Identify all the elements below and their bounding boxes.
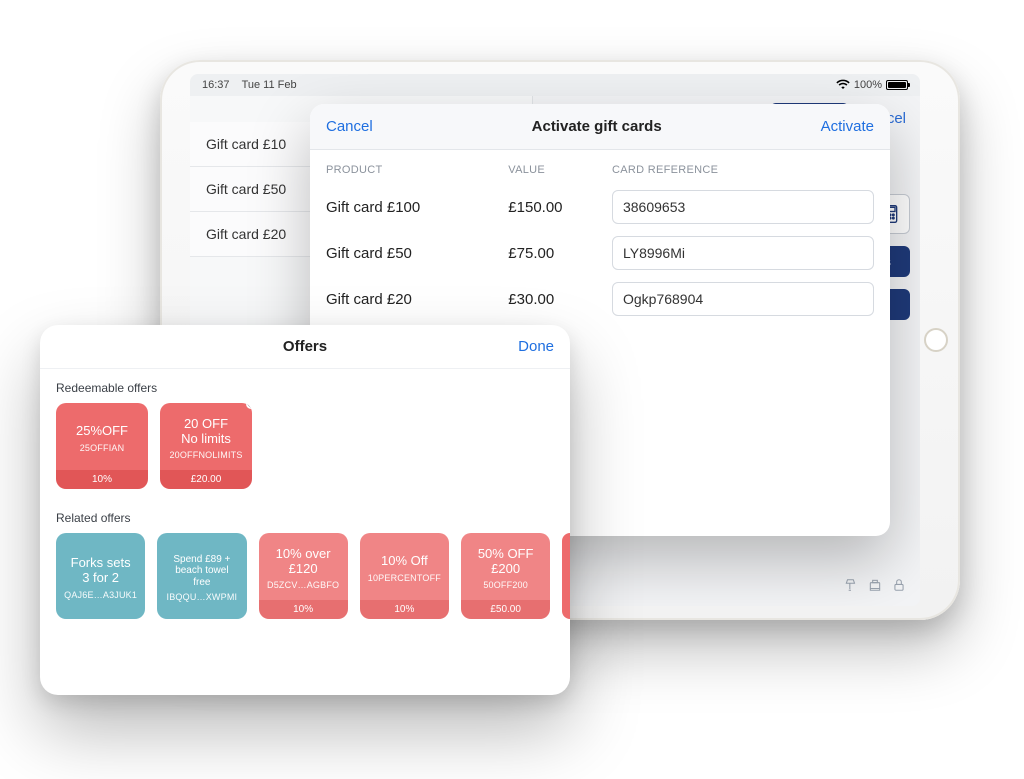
offer-code: 25OFFIAN (62, 443, 142, 453)
scanner-icon[interactable] (844, 578, 858, 595)
related-row[interactable]: Forks sets 3 for 2 QAJ6E…A3JUK1 Spend £8… (40, 533, 570, 619)
status-left: 16:37 Tue 11 Feb (202, 79, 297, 91)
battery-percent: 100% (854, 79, 882, 91)
card-reference-input[interactable] (612, 190, 874, 224)
table-row: Gift card £20 £30.00 (326, 276, 874, 322)
offer-tile[interactable]: Spend £89 + beach towel free IBQQU…XWPMI (157, 533, 246, 619)
offer-tile[interactable]: 10% over £120 D5ZCV…AGBFO 10% (259, 533, 348, 619)
giftcards-table: PRODUCT VALUE CARD REFERENCE Gift card £… (310, 150, 890, 322)
offer-footer: £50.00 (461, 600, 550, 619)
modal-activate-button[interactable]: Activate (821, 118, 874, 135)
offers-done-button[interactable]: Done (518, 338, 554, 355)
footer-icon-group (844, 578, 906, 595)
col-product: PRODUCT (326, 164, 496, 176)
redeemable-row: 25%OFF 25OFFIAN 10% 20 OFF No limits 20O… (40, 403, 570, 489)
table-row: Gift card £50 £75.00 (326, 230, 874, 276)
ipad-home-button[interactable] (924, 328, 948, 352)
table-header: PRODUCT VALUE CARD REFERENCE (326, 154, 874, 184)
offer-tile[interactable]: 25%OFF 25OFFIAN 10% (56, 403, 148, 489)
cell-product: Gift card £100 (326, 199, 496, 216)
offer-code: 20OFFNOLIMITS (166, 450, 246, 460)
card-reference-input[interactable] (612, 236, 874, 270)
lock-icon[interactable] (892, 578, 906, 595)
col-reference: CARD REFERENCE (612, 164, 874, 176)
modal-cancel-button[interactable]: Cancel (326, 118, 373, 135)
offer-title: 10% Off (366, 554, 443, 569)
cell-product: Gift card £20 (326, 291, 496, 308)
offer-title: 10% over £120 (265, 547, 342, 577)
card-reference-input[interactable] (612, 282, 874, 316)
offer-tile-overflow[interactable] (562, 533, 570, 619)
battery-icon (886, 80, 908, 90)
register-icon[interactable] (868, 578, 882, 595)
redeemable-heading: Redeemable offers (40, 369, 570, 403)
offer-code: 10PERCENTOFF (366, 573, 443, 583)
offer-footer: £20.00 (160, 470, 252, 489)
offer-footer: 10% (56, 470, 148, 489)
offer-title: 20 OFF No limits (166, 417, 246, 447)
status-right: 100% (836, 79, 908, 92)
offer-title: Forks sets 3 for 2 (62, 556, 139, 586)
offers-popover: Offers Done Redeemable offers 25%OFF 25O… (40, 325, 570, 695)
cell-value: £75.00 (508, 245, 600, 262)
offer-footer: 10% (360, 600, 449, 619)
cell-product: Gift card £50 (326, 245, 496, 262)
offer-tile[interactable]: 50% OFF £200 50OFF200 £50.00 (461, 533, 550, 619)
offer-code: QAJ6E…A3JUK1 (62, 590, 139, 600)
offer-tile[interactable]: 20 OFF No limits 20OFFNOLIMITS £20.00 (160, 403, 252, 489)
offer-title: 25%OFF (62, 424, 142, 439)
offers-title: Offers (283, 338, 327, 355)
offer-title: 50% OFF £200 (467, 547, 544, 577)
offer-tile[interactable]: Forks sets 3 for 2 QAJ6E…A3JUK1 (56, 533, 145, 619)
wifi-icon (836, 79, 850, 92)
status-time: 16:37 (202, 79, 230, 91)
related-heading: Related offers (40, 489, 570, 533)
offers-header: Offers Done (40, 325, 570, 369)
col-value: VALUE (508, 164, 600, 176)
offer-tile[interactable]: 10% Off 10PERCENTOFF 10% (360, 533, 449, 619)
offer-code: IBQQU…XWPMI (163, 592, 240, 602)
cell-value: £30.00 (508, 291, 600, 308)
offer-code: D5ZCV…AGBFO (265, 580, 342, 590)
status-date: Tue 11 Feb (242, 79, 297, 91)
status-bar: 16:37 Tue 11 Feb 100% (190, 74, 920, 96)
cell-value: £150.00 (508, 199, 600, 216)
modal-header: Cancel Activate gift cards Activate (310, 104, 890, 150)
offer-title: Spend £89 + beach towel free (163, 554, 240, 589)
modal-title: Activate gift cards (532, 118, 662, 135)
table-row: Gift card £100 £150.00 (326, 184, 874, 230)
offer-footer: 10% (259, 600, 348, 619)
offer-code: 50OFF200 (467, 580, 544, 590)
